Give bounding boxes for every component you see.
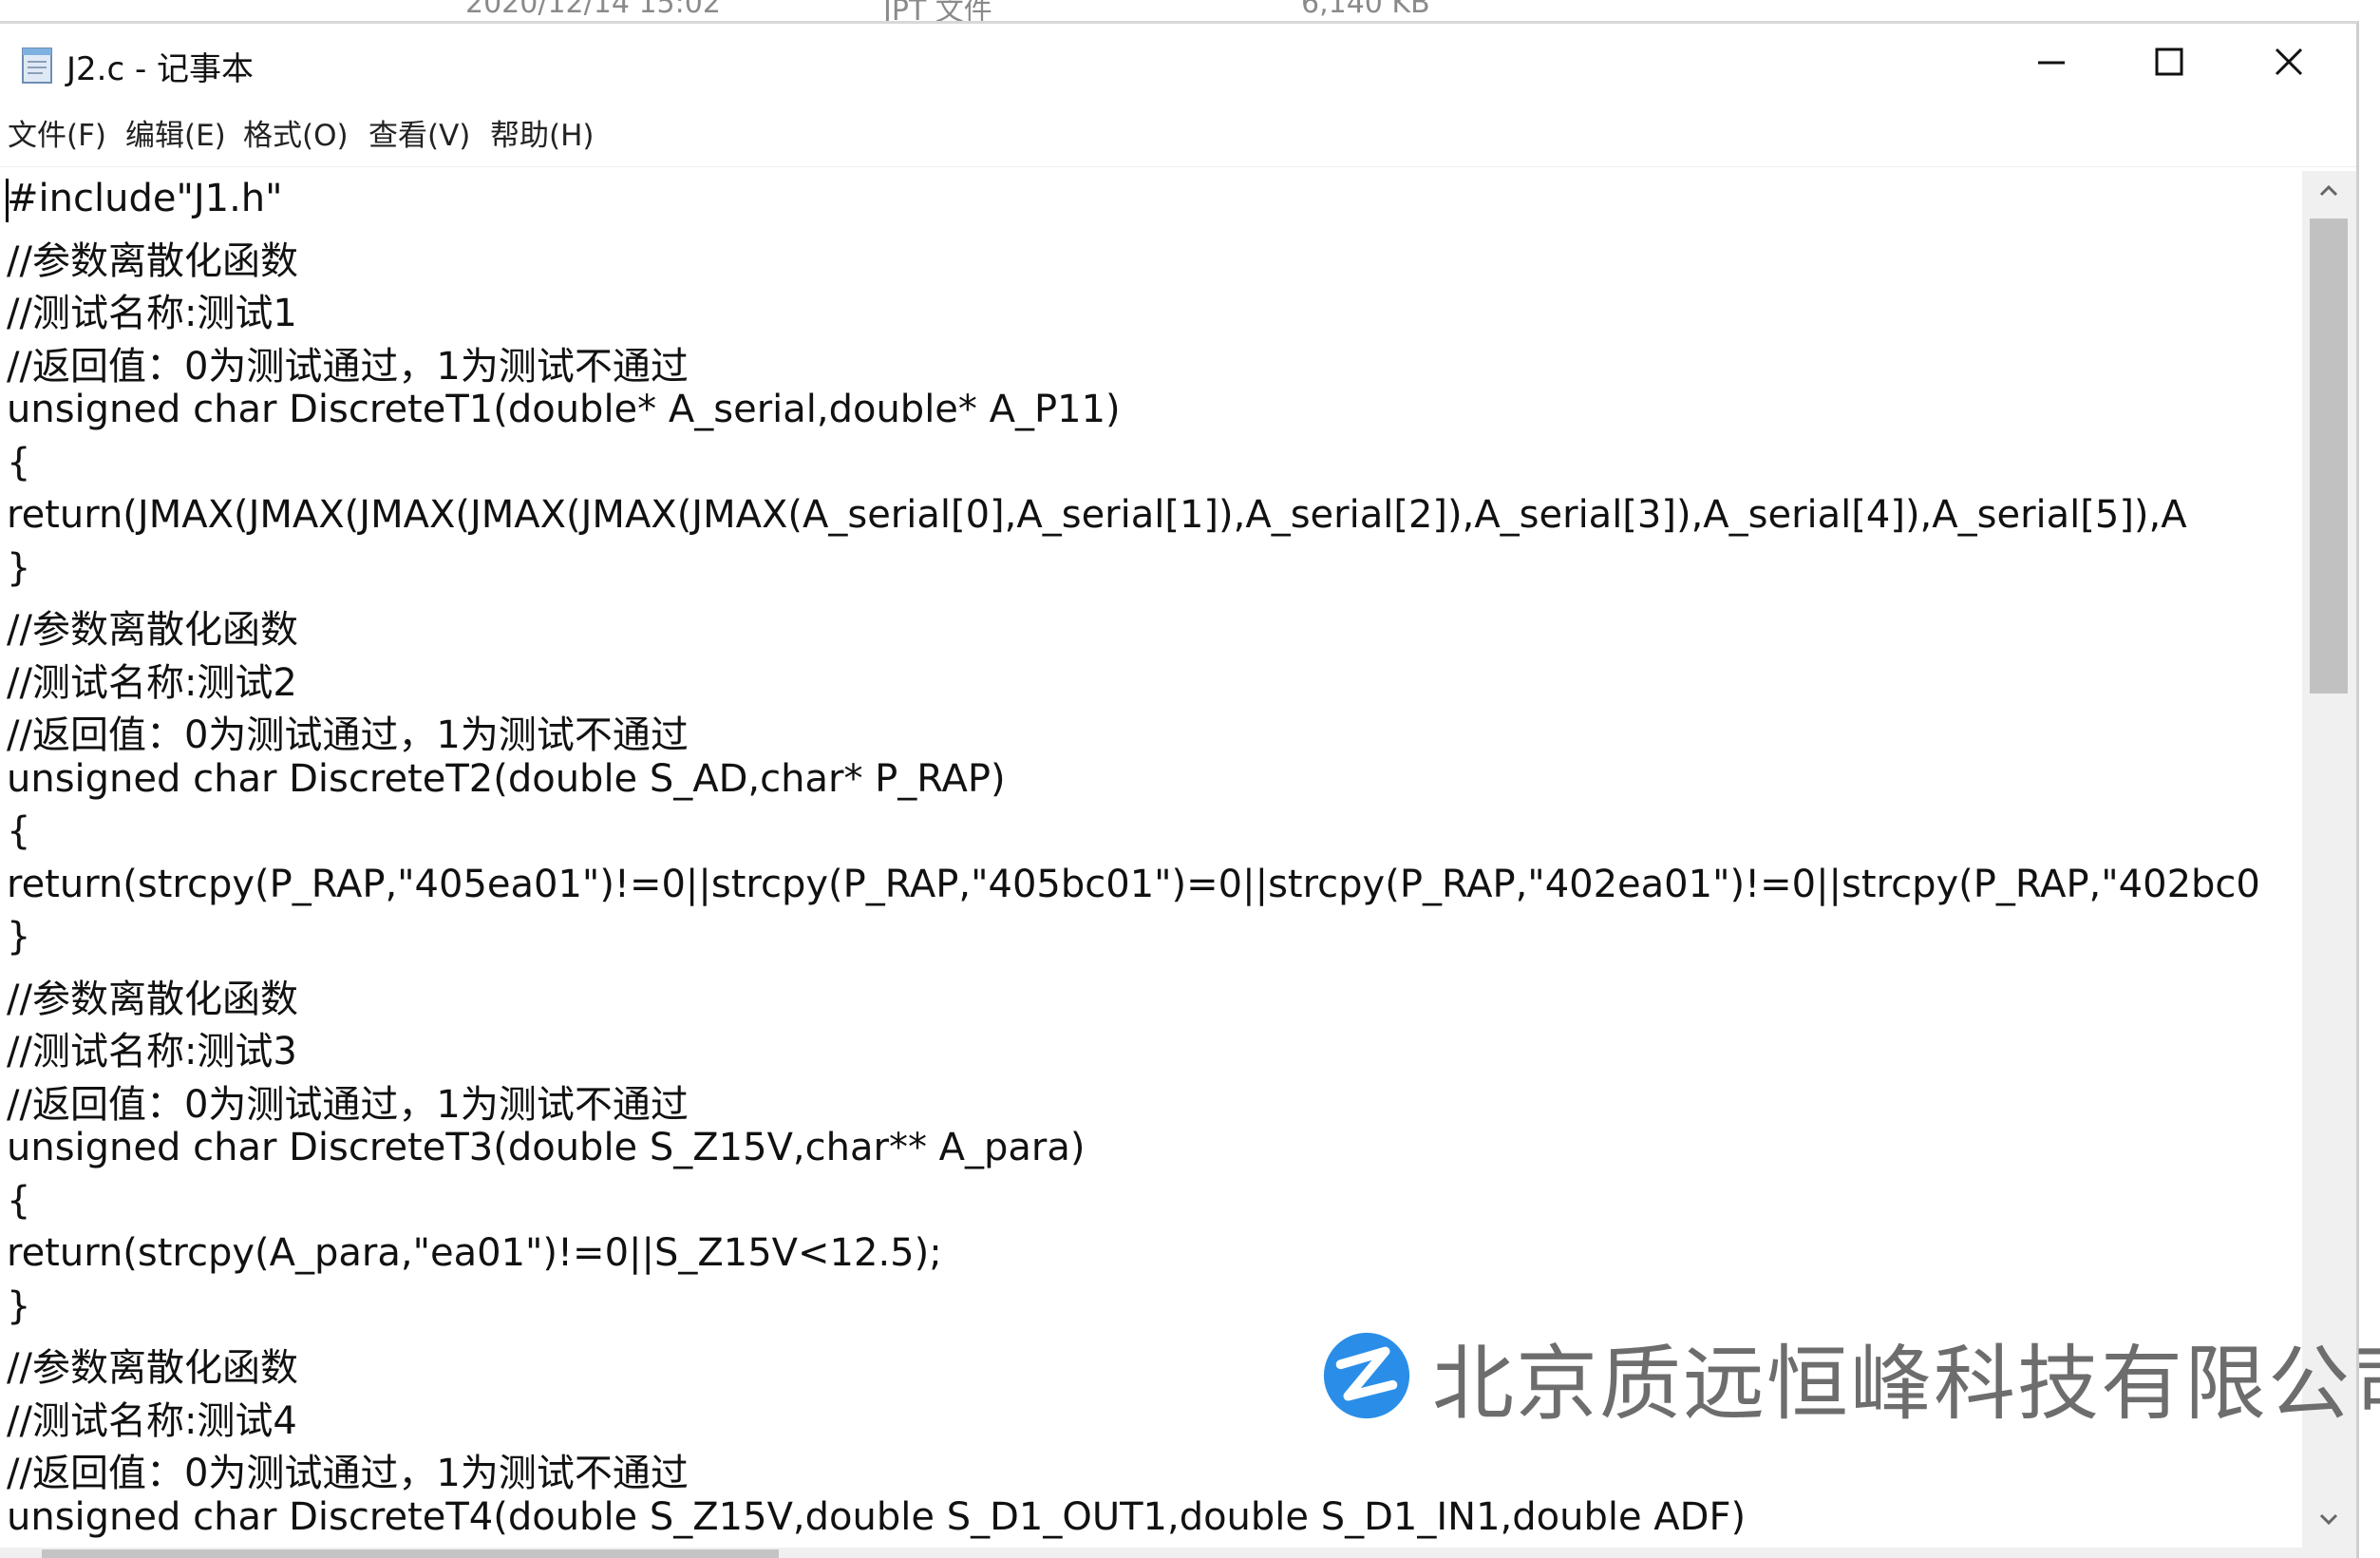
code-line: }	[7, 1283, 31, 1328]
menu-bar: 文件(F) 编辑(E) 格式(O) 查看(V) 帮助(H)	[0, 100, 2356, 167]
code-line: unsigned char DiscreteT3(double S_Z15V,c…	[7, 1126, 1086, 1169]
menu-help[interactable]: 帮助(H)	[490, 111, 595, 154]
code-line: //测试名称:测试1	[7, 292, 297, 335]
chevron-up-icon[interactable]	[2314, 180, 2344, 201]
code-line: }	[7, 545, 31, 590]
menu-format[interactable]: 格式(O)	[243, 111, 349, 154]
horizontal-scrollbar[interactable]	[0, 1548, 2302, 1558]
code-line: //返回值：0为测试通过，1为测试不通过	[7, 1082, 689, 1127]
company-watermark: 北京质远恒峰科技有限公司	[1320, 1323, 2380, 1432]
horizontal-scroll-thumb[interactable]	[42, 1549, 779, 1558]
menu-view[interactable]: 查看(V)	[368, 111, 470, 154]
page: 2020/12/14 15:02 JPT 文件 6,140 KB J2.c - …	[0, 0, 2380, 1558]
code-line: unsigned char DiscreteT2(double S_AD,cha…	[7, 756, 1006, 801]
code-line: //参数离散化函数	[7, 608, 298, 652]
notepad-icon[interactable]	[17, 45, 59, 86]
close-button[interactable]	[2232, 24, 2346, 100]
code-line: //参数离散化函数	[7, 238, 298, 283]
chevron-down-icon[interactable]	[2314, 1509, 2344, 1530]
code-line: //参数离散化函数	[7, 977, 298, 1021]
minimize-button[interactable]	[1994, 24, 2108, 100]
menu-edit[interactable]: 编辑(E)	[125, 111, 226, 154]
code-line: //返回值：0为测试通过，1为测试不通过	[7, 713, 689, 757]
code-line: //返回值：0为测试通过，1为测试不通过	[7, 344, 689, 389]
code-line: }	[7, 915, 31, 959]
code-line: {	[7, 809, 31, 853]
code-line: return(JMAX(JMAX(JMAX(JMAX(JMAX(JMAX(A_s…	[7, 493, 2187, 537]
close-icon	[2275, 48, 2303, 76]
window-title: J2.c - 记事本	[66, 50, 255, 88]
code-line: {	[7, 1178, 31, 1223]
menu-file[interactable]: 文件(F)	[8, 111, 106, 154]
code-line: unsigned char DiscreteT4(double S_Z15V,d…	[7, 1494, 1747, 1539]
code-line: //测试名称:测试2	[7, 660, 297, 705]
company-name: 北京质远恒峰科技有限公司	[1432, 1336, 2380, 1432]
minimize-icon	[2038, 61, 2065, 65]
code-line: {	[7, 440, 31, 484]
code-line: //测试名称:测试3	[7, 1030, 297, 1074]
code-line: #include"J1.h"	[7, 177, 283, 220]
vertical-scroll-thumb[interactable]	[2310, 218, 2348, 694]
code-line: unsigned char DiscreteT1(double* A_seria…	[7, 388, 1121, 431]
code-line: //返回值：0为测试通过，1为测试不通过	[7, 1452, 689, 1495]
company-logo-icon	[1323, 1332, 1410, 1419]
code-line: return(strcpy(A_para,"ea01")!=0||S_Z15V<…	[7, 1231, 942, 1275]
maximize-button[interactable]	[2112, 24, 2226, 100]
background-file-date: 2020/12/14 15:02	[465, 0, 721, 20]
code-line: //测试名称:测试4	[7, 1398, 297, 1443]
maximize-icon	[2155, 48, 2183, 76]
background-file-size: 6,140 KB	[1301, 0, 1430, 20]
code-line: return(strcpy(P_RAP,"405ea01")!=0||strcp…	[7, 862, 2260, 906]
code-line: //参数离散化函数	[7, 1346, 298, 1390]
